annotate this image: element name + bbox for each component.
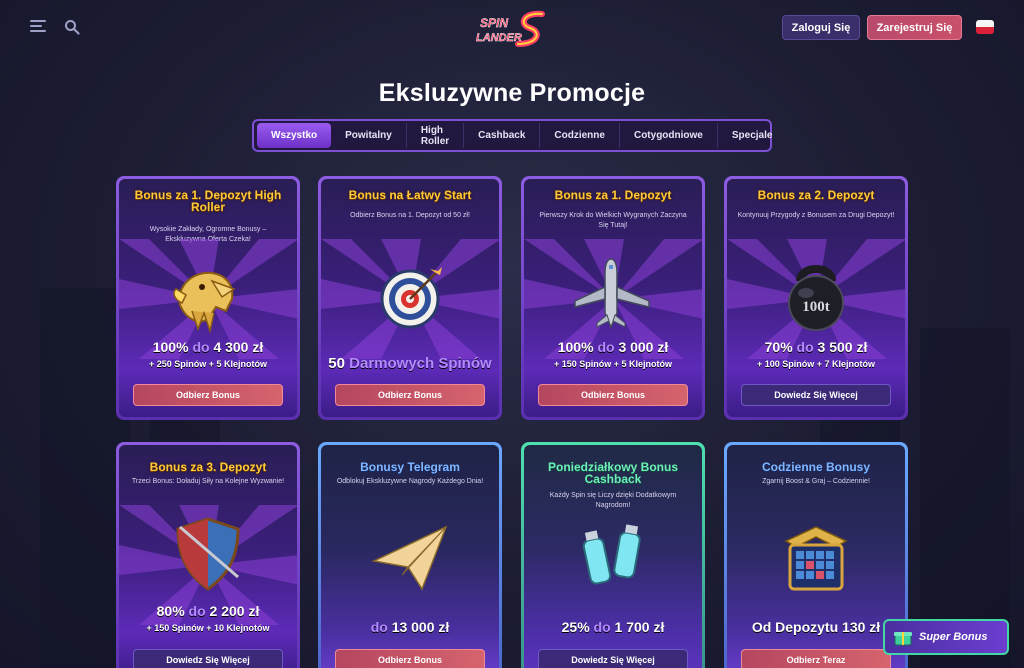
learn-more-button[interactable]: Dowiedz Się Więcej xyxy=(741,384,891,406)
treasure-chest-icon xyxy=(784,526,848,591)
bonus-amount: Od Depozytu 130 zł xyxy=(733,619,899,635)
kettlebell-icon: 100t xyxy=(788,265,844,331)
super-bonus-label: Super Bonus xyxy=(919,631,988,643)
card-description: Trzeci Bonus: Doładuj Siły na Kolejne Wy… xyxy=(131,478,285,485)
tab-cashback[interactable]: Cashback xyxy=(464,123,541,148)
amount-connector: do xyxy=(796,339,814,355)
bonus-extras: + 250 Spinów + 5 Klejnotów xyxy=(148,359,268,369)
promo-card-telegram: Bonusy Telegram Odblokuj Ekskluzywne Nag… xyxy=(318,442,502,668)
promo-card-daily: Codzienne Bonusy Zgarnij Boost & Graj – … xyxy=(724,442,908,668)
bonus-extras: + 150 Spinów + 10 Klejnotów xyxy=(146,623,270,633)
card-description: Odbierz Bonus na 1. Depozyt od 50 zł! xyxy=(350,212,470,219)
claim-bonus-button[interactable]: Odbierz Bonus xyxy=(335,649,485,668)
bonus-amount: do 13 000 zł xyxy=(327,619,493,635)
promo-card-monday-cashback: Poniedziałkowy Bonus Cashback Każdy Spin… xyxy=(521,442,705,668)
amount-value: 3 000 zł xyxy=(618,339,669,355)
bonus-amount: 100% do 3 000 zł xyxy=(530,339,696,355)
airplane-icon xyxy=(574,258,650,329)
search-icon[interactable] xyxy=(64,19,80,35)
amount-connector: do xyxy=(593,619,611,635)
promo-card-high-roller: Bonus za 1. Depozyt High Roller Wysokie … xyxy=(116,176,300,420)
kettlebell-label: 100t xyxy=(802,299,830,315)
card-title: Bonus za 1. Depozyt xyxy=(554,188,672,202)
top-header: SPIN LANDER Zaloguj Się Zarejestruj Się xyxy=(0,0,1024,56)
amount-connector: do xyxy=(597,339,615,355)
promo-card-first-deposit: Bonus za 1. Depozyt Pierwszy Krok do Wie… xyxy=(521,176,705,420)
card-title: Poniedziałkowy Bonus Cashback xyxy=(547,460,679,486)
claim-bonus-button[interactable]: Odbierz Bonus xyxy=(133,384,283,406)
tab-high-roller[interactable]: High Roller xyxy=(407,123,465,148)
bonus-amount: 80% do 2 200 zł xyxy=(125,603,291,619)
claim-bonus-button[interactable]: Odbierz Bonus xyxy=(538,384,688,406)
amount-main: 50 xyxy=(328,355,345,372)
card-title: Bonus za 3. Depozyt xyxy=(149,460,267,474)
promo-card-easy-start: Bonus na Łatwy Start Odbierz Bonus na 1.… xyxy=(318,176,502,420)
bonus-amount: 100% do 4 300 zł xyxy=(125,339,291,355)
promo-card-second-deposit: Bonus za 2. Depozyt Kontynuuj Przygody z… xyxy=(724,176,908,420)
target-icon xyxy=(380,267,442,329)
tab-specjale[interactable]: Specjale xyxy=(718,123,787,148)
learn-more-button[interactable]: Dowiedz Się Więcej xyxy=(133,649,283,668)
card-description: Kontynuuj Przygody z Bonusem za Drugi De… xyxy=(737,212,895,219)
amount-connector: do xyxy=(188,603,206,619)
tab-codzienne[interactable]: Codzienne xyxy=(540,123,620,148)
amount-value: 1 700 zł xyxy=(614,619,665,635)
logo-text-lander: LANDER xyxy=(476,32,522,44)
gift-box-icon xyxy=(894,632,912,646)
bonus-amount: 50 Darmowych Spinów xyxy=(327,355,493,372)
bonus-extras: + 100 Spinów + 7 Klejnotów xyxy=(756,359,876,369)
card-title: Bonusy Telegram xyxy=(360,460,460,474)
card-description: Każdy Spin się Liczy dzięki Dodatkowym N… xyxy=(549,492,677,509)
battery-icon xyxy=(582,524,641,585)
card-description: Odblokuj Ekskluzywne Nagrody Każdego Dni… xyxy=(336,478,484,485)
amount-main: 80% xyxy=(156,603,185,619)
amount-connector: Darmowych Spinów xyxy=(349,355,492,372)
amount-connector: do xyxy=(370,619,388,635)
shield-icon xyxy=(176,517,240,591)
amount-main: Od Depozytu xyxy=(751,619,839,635)
amount-value: 13 000 zł xyxy=(391,619,450,635)
card-description: Zgarnij Boost & Graj – Codziennie! xyxy=(762,478,870,485)
amount-value: 130 zł xyxy=(842,619,881,635)
amount-value: 3 500 zł xyxy=(817,339,868,355)
menu-icon[interactable] xyxy=(30,20,46,34)
promo-filter-tabs: Wszystko Powitalny High Roller Cashback … xyxy=(252,119,772,152)
claim-bonus-button[interactable]: Odbierz Bonus xyxy=(335,384,485,406)
tab-cotygodniowe[interactable]: Cotygodniowe xyxy=(620,123,718,148)
eagle-icon xyxy=(173,271,236,334)
tab-wszystko[interactable]: Wszystko xyxy=(257,123,332,148)
card-title: Bonus za 1. Depozyt High Roller xyxy=(134,188,282,214)
card-description: Pierwszy Krok do Wielkich Wygranych Zacz… xyxy=(539,212,687,229)
promo-card-third-deposit: Bonus za 3. Depozyt Trzeci Bonus: Doładu… xyxy=(116,442,300,668)
amount-main: 100% xyxy=(557,339,594,355)
amount-value: 4 300 zł xyxy=(213,339,264,355)
tab-powitalny[interactable]: Powitalny xyxy=(331,123,407,148)
super-bonus-button[interactable]: Super Bonus xyxy=(883,619,1009,655)
claim-now-button[interactable]: Odbierz Teraz xyxy=(741,649,891,668)
page-title: Eksluzywne Promocje xyxy=(378,79,646,107)
card-title: Bonus za 2. Depozyt xyxy=(757,188,875,202)
card-title: Codzienne Bonusy xyxy=(761,460,870,474)
amount-main: 25% xyxy=(561,619,590,635)
card-title: Bonus na Łatwy Start xyxy=(348,188,472,202)
amount-main: 70% xyxy=(764,339,793,355)
bonus-amount: 25% do 1 700 zł xyxy=(530,619,696,635)
bonus-amount: 70% do 3 500 zł xyxy=(733,339,899,355)
amount-main: 100% xyxy=(152,339,189,355)
spinlander-logo[interactable]: SPIN LANDER xyxy=(472,8,554,50)
language-flag-pl-icon[interactable] xyxy=(976,20,994,34)
logo-text-spin: SPIN xyxy=(480,16,508,30)
learn-more-button[interactable]: Dowiedz Się Więcej xyxy=(538,649,688,668)
bonus-extras: + 150 Spinów + 5 Klejnotów xyxy=(553,359,673,369)
amount-value: 2 200 zł xyxy=(209,603,260,619)
register-button[interactable]: Zarejestruj Się xyxy=(867,15,962,40)
login-button[interactable]: Zaloguj Się xyxy=(782,15,860,40)
amount-connector: do xyxy=(192,339,210,355)
paper-plane-icon xyxy=(371,525,448,591)
